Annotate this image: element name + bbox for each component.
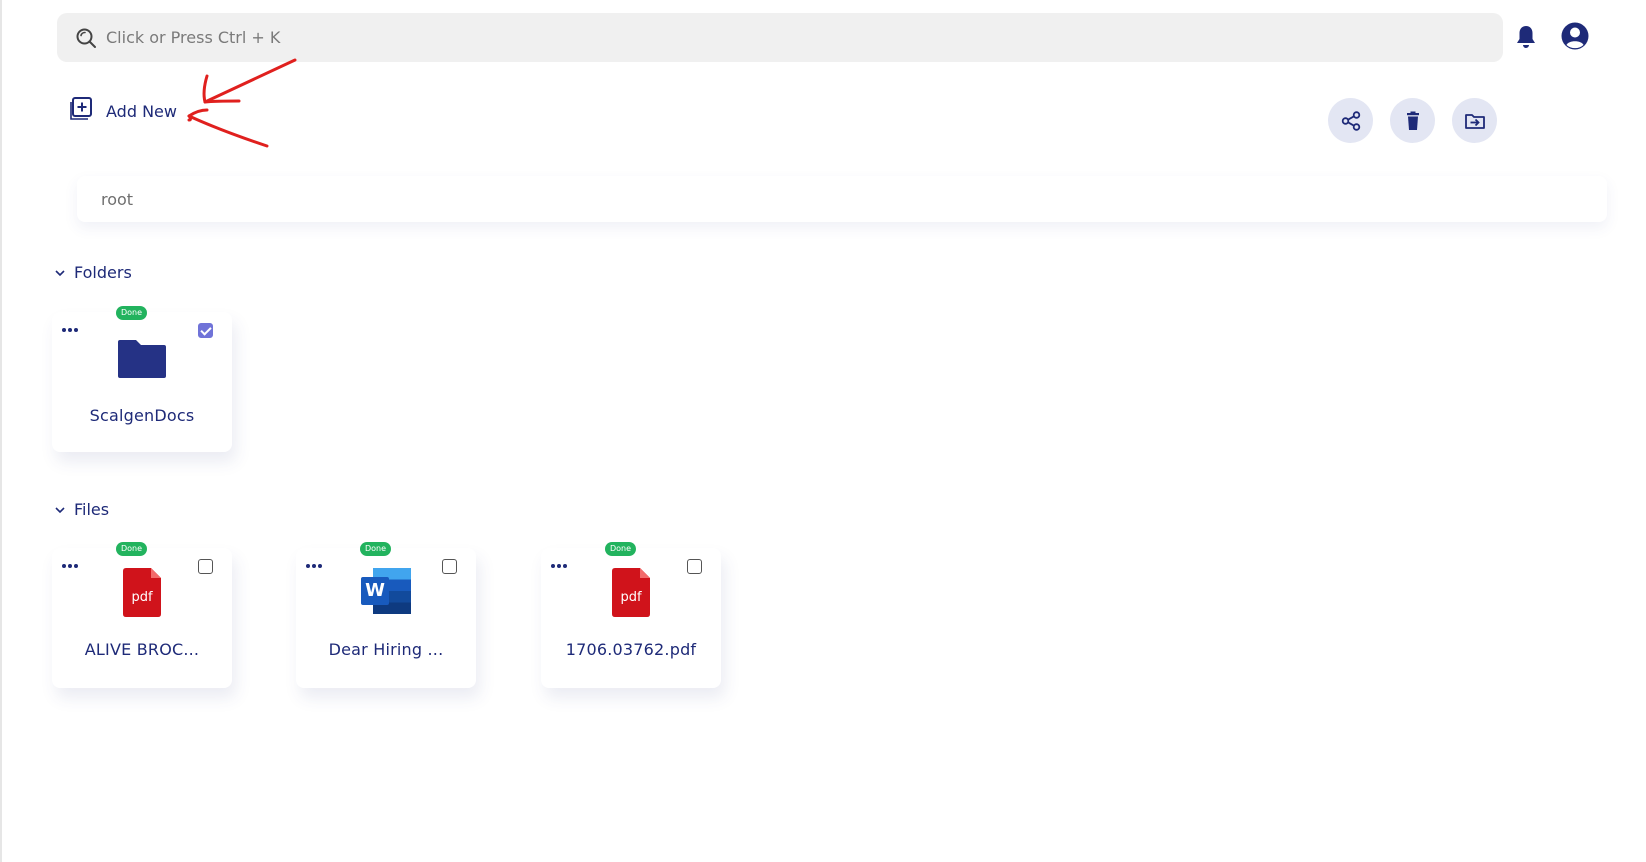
more-icon[interactable] [304,562,324,570]
pdf-label: pdf [131,590,153,605]
file-name: 1706.03762.pdf [565,640,697,659]
bell-icon[interactable] [1514,24,1538,50]
left-border [0,0,2,862]
file-checkbox[interactable] [442,559,457,574]
file-card[interactable]: Done pdf ALIVE BROC... [52,542,232,688]
status-badge: Done [116,542,148,556]
move-folder-icon [1464,113,1485,129]
folder-name: ScalgenDocs [89,406,195,425]
files-section-toggle[interactable]: Files [54,500,109,519]
word-file-icon: W [361,568,411,614]
folders-section-toggle[interactable]: Folders [54,263,132,282]
plus-square-icon [70,96,92,120]
word-label: W [365,580,385,601]
more-icon[interactable] [549,562,569,570]
pdf-label: pdf [620,590,642,605]
trash-icon [1406,111,1419,130]
search-input[interactable]: Click or Press Ctrl + K [57,13,1503,62]
file-name: Dear Hiring ... [328,640,444,659]
folder-card[interactable]: Done ScalgenDocs [52,306,232,452]
breadcrumb-root[interactable]: root [101,190,133,209]
search-icon [76,28,96,48]
file-card[interactable]: Done pdf 1706.03762.pdf [541,542,721,688]
pdf-file-icon: pdf [123,568,161,617]
files-section-title: Files [74,500,110,519]
pdf-file-icon: pdf [612,568,650,617]
more-icon[interactable] [60,326,80,334]
file-checkbox[interactable] [198,559,213,574]
status-badge: Done [116,306,148,320]
move-button[interactable] [1452,98,1497,143]
search-placeholder: Click or Press Ctrl + K [106,28,281,47]
file-name: ALIVE BROC... [84,640,200,659]
folders-section-title: Folders [74,263,132,282]
more-icon[interactable] [60,562,80,570]
folder-checkbox[interactable] [198,323,213,338]
status-badge: Done [360,542,392,556]
file-checkbox[interactable] [687,559,702,574]
annotation-arrows [187,58,297,148]
chevron-down-icon [55,269,65,276]
add-new-button[interactable]: Add New [70,94,177,121]
status-badge: Done [605,542,637,556]
chevron-down-icon [55,506,65,513]
file-card[interactable]: Done W Dear Hiring ... [296,542,476,688]
share-icon [1341,110,1360,131]
add-new-label: Add New [106,102,177,121]
delete-button[interactable] [1390,98,1435,143]
breadcrumb: root [77,176,1607,222]
share-button[interactable] [1328,98,1373,143]
folder-icon [118,340,166,378]
user-icon[interactable] [1560,21,1590,51]
